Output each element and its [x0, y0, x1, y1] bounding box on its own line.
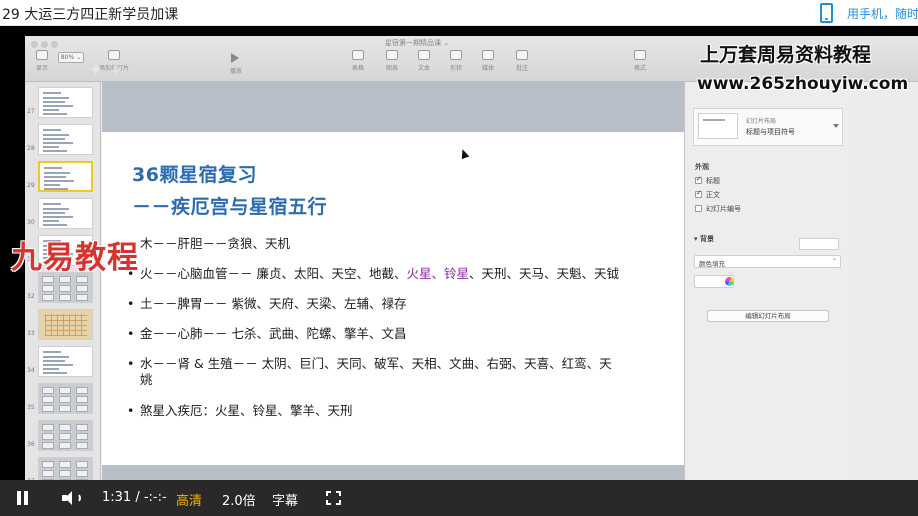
slide-thumbnail: 35 — [25, 380, 101, 418]
plus-icon — [108, 50, 120, 60]
body-checkbox — [695, 189, 702, 198]
slide-number: 35 — [27, 404, 35, 411]
layout-thumbnail — [698, 113, 738, 139]
format-inspector: 幻灯片布局 标题与项目符号 外观 标题 正文 幻灯片编号 ▾ 背景 颜色填充 ⌃ — [684, 82, 852, 480]
close-dot-icon — [31, 41, 38, 48]
page-title: 29 大运三方四正新学员加课 — [2, 7, 179, 23]
watermark-title: 上万套周易资料教程 — [700, 44, 872, 66]
speed-button[interactable]: 2.0倍 — [222, 490, 256, 509]
thumbnail-image — [38, 346, 93, 377]
thumbnail-image — [38, 457, 93, 480]
slide-thumbnail: 34 — [25, 343, 101, 381]
slide-thumbnail: 29 — [25, 158, 101, 196]
slide-number: 29 — [27, 182, 35, 189]
bullet-water: • 水－－肾 & 生殖－－ 太阴、巨门、天同、破军、天相、文曲、右弼、天喜、红鸾、… — [127, 356, 612, 387]
text-icon — [418, 50, 430, 60]
keynote-window: 星宿第一期精品课 ⌄ 显示 80% ⌄ 添加幻灯片 播放 表格 图表 文本 形状… — [25, 36, 918, 480]
media-button: 媒体 — [473, 50, 503, 80]
appearance-heading: 外观 — [695, 163, 709, 171]
highlight-text: 火星、铃星 — [406, 266, 469, 281]
mobile-phone-icon[interactable] — [820, 3, 833, 23]
slide-number: 30 — [27, 219, 35, 226]
zoom-select: 80% ⌄ — [58, 52, 84, 63]
quality-button[interactable]: 高清 — [176, 490, 202, 509]
title-checkbox — [695, 175, 702, 184]
table-icon — [352, 50, 364, 60]
comment-button: 批注 — [507, 50, 537, 80]
background-heading: ▾ 背景 — [694, 235, 714, 243]
chart-icon — [386, 50, 398, 60]
slide-thumbnail: 36 — [25, 417, 101, 455]
slide-number-checkbox — [695, 205, 702, 212]
format-button: 格式 — [625, 50, 655, 80]
pause-icon[interactable] — [16, 491, 30, 505]
subtitle-button[interactable]: 字幕 — [272, 490, 298, 509]
slide: 36颗星宿复习 －－疾厄宫与星宿五行 • 木－－肝胆－－贪狼、天机 • 火－－心脑血… — [102, 132, 684, 465]
watermark-url: www.265zhouyiw.com — [697, 74, 909, 94]
slide-number: 28 — [27, 145, 35, 152]
bullet-sha-stars: • 煞星入疾厄：火星、铃星、擎羊、天刑 — [127, 403, 353, 418]
slide-thumbnail: 30 — [25, 195, 101, 233]
thumbnail-image — [38, 161, 93, 192]
video-player[interactable]: 星宿第一期精品课 ⌄ 显示 80% ⌄ 添加幻灯片 播放 表格 图表 文本 形状… — [0, 26, 918, 516]
slide-number: 36 — [27, 441, 35, 448]
shape-icon — [450, 50, 462, 60]
faint-watermark: ✦ ✦ — [88, 60, 124, 81]
view-icon — [36, 50, 48, 60]
slide-number: 33 — [27, 330, 35, 337]
chart-button: 图表 — [377, 50, 407, 80]
stepper-icon: ⌃ — [831, 258, 837, 265]
bullet-earth: • 土－－脾胃－－ 紫微、天府、天梁、左辅、禄存 — [127, 296, 407, 311]
bullet-metal: • 金－－心肺－－ 七杀、武曲、陀螺、擎羊、文昌 — [127, 326, 407, 341]
slide-number: 27 — [27, 108, 35, 115]
view-button: 显示 — [27, 50, 57, 80]
color-wheel-icon — [725, 277, 734, 286]
bullet-wood: • 木－－肝胆－－贪狼、天机 — [127, 236, 291, 251]
thumbnail-image — [38, 383, 93, 414]
bullet-fire: • 火－－心脑血管－－ 廉贞、太阳、天空、地截、火星、铃星、天刑、天马、天魁、天钺 — [127, 266, 620, 281]
document-title: 星宿第一期精品课 ⌄ — [385, 39, 450, 47]
minimize-dot-icon — [41, 41, 48, 48]
page-title-bar: 29 大运三方四正新学员加课 用手机，随时 — [0, 0, 918, 26]
time-display: 1:31 / -:-:- — [102, 490, 167, 505]
fullscreen-icon[interactable] — [326, 491, 341, 505]
media-icon — [482, 50, 494, 60]
play-button: 播放 — [229, 68, 242, 75]
thumbnail-image — [38, 124, 93, 155]
chevron-down-icon — [833, 124, 839, 128]
fill-type-select: 颜色填充 ⌃ — [694, 255, 841, 268]
slide-number: 34 — [27, 367, 35, 374]
brush-icon — [634, 50, 646, 60]
slide-thumbnail: 37 — [25, 454, 101, 480]
edit-slide-layout-button: 编辑幻灯片布局 — [707, 310, 829, 322]
slide-navigator: 2728293031323334353637 — [25, 82, 101, 480]
slide-thumbnail: 27 — [25, 84, 101, 122]
slide-number: 32 — [27, 293, 35, 300]
thumbnail-image — [38, 87, 93, 118]
slide-canvas: 36颗星宿复习 －－疾厄宫与星宿五行 • 木－－肝胆－－贪狼、天机 • 火－－心脑血… — [102, 82, 684, 480]
table-button: 表格 — [343, 50, 373, 80]
background-color-well — [799, 238, 839, 250]
slide-title-line1: 36颗星宿复习 — [132, 164, 257, 186]
screen: 29 大运三方四正新学员加课 用手机，随时 星宿第一期精品课 ⌄ 显示 80% … — [0, 0, 918, 516]
thumbnail-image — [38, 420, 93, 451]
zoom-dot-icon — [51, 41, 58, 48]
mobile-watch-link[interactable]: 用手机，随时 — [847, 5, 918, 22]
text-button: 文本 — [409, 50, 439, 80]
player-controls: 1:31 / -:-:- 高清 2.0倍 字幕 — [0, 480, 918, 516]
volume-icon[interactable] — [62, 489, 82, 507]
slide-title-line2: －－疾厄宫与星宿五行 — [132, 196, 328, 218]
thumbnail-image — [38, 309, 93, 340]
comment-icon — [516, 50, 528, 60]
shape-button: 形状 — [441, 50, 471, 80]
slide-thumbnail: 33 — [25, 306, 101, 344]
slide-thumbnail: 28 — [25, 121, 101, 159]
slide-layout-picker: 幻灯片布局 标题与项目符号 — [693, 108, 843, 146]
watermark-logo-text: 九易教程 — [11, 240, 139, 276]
thumbnail-image — [38, 198, 93, 229]
